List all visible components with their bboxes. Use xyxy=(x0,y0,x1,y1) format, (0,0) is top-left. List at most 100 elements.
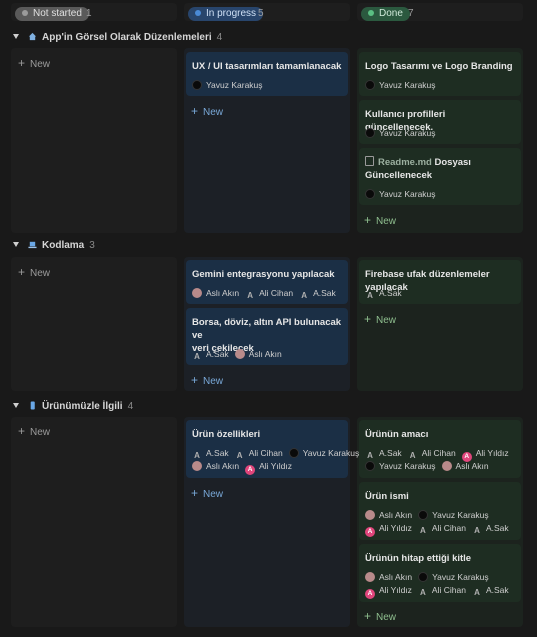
card[interactable]: Ürünün hitap ettiği kitle Aslı Akın Yavuz… xyxy=(359,544,521,602)
card[interactable]: Borsa, döviz, altın API bulunacak ve veri… xyxy=(186,308,348,365)
avatar xyxy=(365,189,375,199)
new-card-button[interactable]: + New xyxy=(18,265,50,279)
status-dot-icon xyxy=(368,10,374,16)
status-pill-in-progress[interactable]: In progress xyxy=(188,7,264,21)
lane-not-started xyxy=(11,48,177,233)
person: Yavuz Karakuş xyxy=(365,128,436,138)
group-header[interactable]: Ürünümüzle İlgili 4 xyxy=(13,401,133,412)
avatar: A xyxy=(474,588,480,597)
avatar: A xyxy=(194,451,200,460)
person: A A.Sak xyxy=(472,585,509,598)
card[interactable]: Ürün ismi Aslı Akın Yavuz Karakuş A Ali Yı… xyxy=(359,482,521,540)
avatar xyxy=(192,461,202,471)
person: A A.Sak xyxy=(299,288,336,301)
card[interactable]: Ürünün amacı A A.Sak A Ali Cihan A Ali Yıldız… xyxy=(359,420,521,478)
group-header[interactable]: App'in Görsel Olarak Düzenlemeleri 4 xyxy=(13,32,222,43)
person: Aslı Akın xyxy=(234,349,282,359)
person: A A.Sak xyxy=(192,349,229,362)
person: Yavuz Karakuş xyxy=(288,448,359,458)
avatar xyxy=(365,80,375,90)
card[interactable]: Logo Tasarımı ve Logo Branding Yavuz Kar… xyxy=(359,52,521,96)
person: Yavuz Karakuş xyxy=(365,80,436,90)
avatar xyxy=(192,80,202,90)
avatar: A xyxy=(367,291,373,300)
avatar: A xyxy=(245,465,256,475)
person: A A.Sak xyxy=(365,448,402,461)
card[interactable]: Readme.md Dosyası Güncellenecek Yavuz Kar… xyxy=(359,148,521,205)
group-header[interactable]: Kodlama 3 xyxy=(13,240,95,251)
person: A A.Sak xyxy=(192,448,229,461)
card[interactable]: Kullanıcı profilleri güncellenecek. Yavu… xyxy=(359,100,521,144)
status-pill-done[interactable]: Done xyxy=(361,7,410,21)
avatar: A xyxy=(301,291,307,300)
new-card-button[interactable]: + New xyxy=(364,609,396,623)
avatar: A xyxy=(474,526,480,535)
avatar: A xyxy=(365,527,375,537)
caret-down-icon[interactable] xyxy=(13,242,19,247)
new-card-button[interactable]: + New xyxy=(191,373,223,387)
status-dot-icon xyxy=(195,10,201,16)
avatar xyxy=(441,461,452,471)
avatar: A xyxy=(420,526,426,535)
avatar xyxy=(288,448,299,458)
avatar xyxy=(365,461,375,471)
person: A Ali Cihan xyxy=(418,523,466,536)
caret-down-icon[interactable] xyxy=(13,403,19,408)
person: A Ali Yıldız xyxy=(365,523,412,537)
person: Aslı Akın xyxy=(192,288,239,298)
avatar xyxy=(418,572,429,582)
laptop-icon xyxy=(28,241,37,249)
avatar xyxy=(365,128,375,138)
person: Aslı Akın xyxy=(192,461,239,471)
avatar: A xyxy=(420,588,426,597)
avatar: A xyxy=(409,451,416,460)
card[interactable]: UX / UI tasarımları tamamlanacak Yavuz K… xyxy=(186,52,348,96)
person: Yavuz Karakuş xyxy=(192,80,263,90)
avatar xyxy=(192,288,202,298)
avatar xyxy=(418,510,429,520)
status-dot-icon xyxy=(22,10,28,16)
avatar xyxy=(365,510,375,520)
person: Aslı Akın xyxy=(441,461,489,471)
caret-down-icon[interactable] xyxy=(13,34,19,39)
person: Yavuz Karakuş xyxy=(365,189,436,199)
new-card-button[interactable]: + New xyxy=(18,424,50,438)
person: Yavuz Karakuş xyxy=(365,461,436,471)
avatar xyxy=(365,572,375,582)
person: A A.Sak xyxy=(365,288,402,301)
new-card-button[interactable]: + New xyxy=(191,486,223,500)
person: A Ali Cihan xyxy=(408,448,456,461)
person: Yavuz Karakuş xyxy=(418,510,489,520)
person: Aslı Akın xyxy=(365,572,412,582)
status-pill-not-started[interactable]: Not started xyxy=(15,7,89,21)
new-card-button[interactable]: + New xyxy=(191,104,223,118)
document-icon xyxy=(365,156,374,166)
new-card-button[interactable]: + New xyxy=(364,213,396,227)
avatar xyxy=(234,349,245,359)
column-count: 1 xyxy=(86,8,92,19)
avatar: A xyxy=(194,352,200,361)
card[interactable]: Ürün özellikleri A A.Sak A Ali Cihan Yavuz K… xyxy=(186,420,359,478)
new-card-button[interactable]: + New xyxy=(18,56,50,70)
person: A A.Sak xyxy=(472,523,509,536)
lane-not-started xyxy=(11,417,177,627)
person: Yavuz Karakuş xyxy=(418,572,489,582)
avatar: A xyxy=(236,451,243,460)
new-card-button[interactable]: + New xyxy=(364,312,396,326)
avatar: A xyxy=(367,451,373,460)
person: A Ali Cihan xyxy=(418,585,466,598)
avatar: A xyxy=(365,589,375,599)
person: A Ali Yıldız xyxy=(461,448,509,462)
person: A Ali Cihan xyxy=(245,288,293,301)
column-count: 5 xyxy=(258,8,264,19)
phone-icon xyxy=(30,401,35,410)
person: A Ali Yıldız xyxy=(245,461,292,475)
person: A Ali Cihan xyxy=(235,448,283,461)
person: Aslı Akın xyxy=(365,510,412,520)
card[interactable]: Firebase ufak düzenlemeler yapılacak A A.… xyxy=(359,260,521,304)
house-icon xyxy=(28,32,37,41)
column-count: 7 xyxy=(408,8,414,19)
card[interactable]: Gemini entegrasyonu yapılacak Aslı Akın A… xyxy=(186,260,348,304)
person: A Ali Yıldız xyxy=(365,585,412,599)
avatar: A xyxy=(247,291,253,300)
